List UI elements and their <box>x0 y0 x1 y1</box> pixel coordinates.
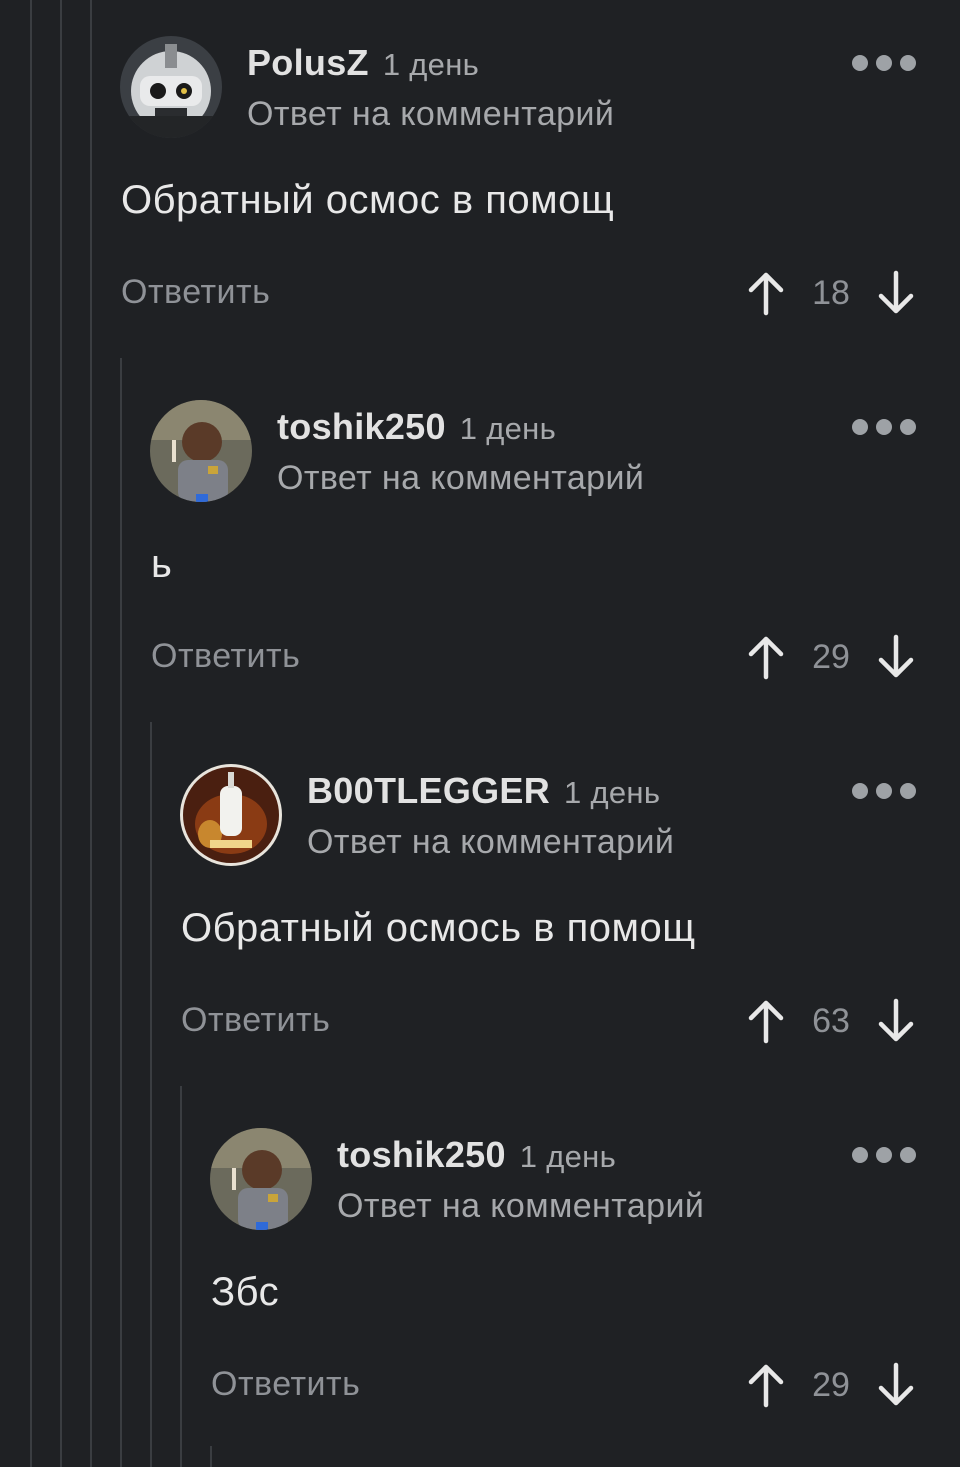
downvote-button[interactable] <box>876 268 916 318</box>
downvote-button[interactable] <box>876 632 916 682</box>
reply-button[interactable]: Ответить <box>151 637 300 676</box>
downvote-button[interactable] <box>876 996 916 1046</box>
reply-to-link[interactable]: Ответ на комментарий <box>277 459 644 498</box>
avatar[interactable] <box>120 36 222 138</box>
author-name[interactable]: toshik250 1 день <box>337 1134 616 1176</box>
arrow-up-icon <box>748 636 784 680</box>
avatar[interactable] <box>150 400 252 502</box>
author-name[interactable]: B00TLEGGER 1 день <box>307 770 660 812</box>
timestamp: 1 день <box>382 47 480 82</box>
dot-icon <box>900 783 916 799</box>
boy-avatar-icon <box>150 400 252 502</box>
more-options-button[interactable] <box>852 419 916 435</box>
dot-icon <box>900 419 916 435</box>
rating-count: 29 <box>812 1365 850 1404</box>
dot-icon <box>876 419 892 435</box>
dot-icon <box>852 55 868 71</box>
more-options-button[interactable] <box>852 1147 916 1163</box>
arrow-up-icon <box>748 272 784 316</box>
thread-line <box>90 0 92 1467</box>
timestamp: 1 день <box>519 1139 617 1174</box>
dot-icon <box>852 783 868 799</box>
thread-line <box>180 1086 182 1467</box>
boy-avatar-icon <box>210 1128 312 1230</box>
upvote-button[interactable] <box>746 268 786 318</box>
arrow-down-icon <box>878 998 914 1042</box>
thread-line <box>120 358 122 1467</box>
vote-controls: 18 <box>746 268 916 318</box>
more-options-button[interactable] <box>852 55 916 71</box>
author-name-text[interactable]: B00TLEGGER <box>307 770 550 811</box>
comment-text: ь <box>151 542 173 586</box>
upvote-button[interactable] <box>746 996 786 1046</box>
reply-to-link[interactable]: Ответ на комментарий <box>247 95 614 134</box>
downvote-button[interactable] <box>876 1360 916 1410</box>
arrow-down-icon <box>878 634 914 678</box>
avatar[interactable] <box>210 1128 312 1230</box>
author-name-text[interactable]: toshik250 <box>277 406 446 447</box>
arrow-up-icon <box>748 1000 784 1044</box>
timestamp: 1 день <box>564 775 661 810</box>
robot-avatar-icon <box>120 36 222 138</box>
arrow-up-icon <box>748 1364 784 1408</box>
reply-to-link[interactable]: Ответ на комментарий <box>307 823 674 862</box>
reply-button[interactable]: Ответить <box>181 1001 330 1040</box>
timestamp: 1 день <box>459 411 557 446</box>
upvote-button[interactable] <box>746 632 786 682</box>
rating-count: 63 <box>812 1001 850 1040</box>
rating-count: 18 <box>812 273 850 312</box>
author-name-text[interactable]: toshik250 <box>337 1134 506 1175</box>
thread-line <box>30 0 32 1467</box>
dot-icon <box>876 783 892 799</box>
avatar[interactable] <box>180 764 282 866</box>
arrow-down-icon <box>878 270 914 314</box>
dot-icon <box>852 419 868 435</box>
comment-text: Збс <box>211 1270 280 1314</box>
author-name[interactable]: toshik250 1 день <box>277 406 556 448</box>
comment-text: Обратный осмос в помощ <box>121 178 615 222</box>
vote-controls: 29 <box>746 1360 916 1410</box>
reply-to-link[interactable]: Ответ на комментарий <box>337 1187 704 1226</box>
arrow-down-icon <box>878 1362 914 1406</box>
comment-text: Обратный осмось в помощ <box>181 906 696 950</box>
author-name-text[interactable]: PolusZ <box>247 42 369 83</box>
thread-line <box>150 722 152 1467</box>
dot-icon <box>852 1147 868 1163</box>
thread-line <box>210 1446 212 1467</box>
vote-controls: 29 <box>746 632 916 682</box>
dot-icon <box>900 1147 916 1163</box>
rating-count: 29 <box>812 637 850 676</box>
bottle-avatar-icon <box>180 764 282 866</box>
reply-button[interactable]: Ответить <box>211 1365 360 1404</box>
dot-icon <box>876 1147 892 1163</box>
reply-button[interactable]: Ответить <box>121 273 270 312</box>
upvote-button[interactable] <box>746 1360 786 1410</box>
dot-icon <box>876 55 892 71</box>
author-name[interactable]: PolusZ 1 день <box>247 42 479 84</box>
dot-icon <box>900 55 916 71</box>
more-options-button[interactable] <box>852 783 916 799</box>
vote-controls: 63 <box>746 996 916 1046</box>
thread-line <box>60 0 62 1467</box>
